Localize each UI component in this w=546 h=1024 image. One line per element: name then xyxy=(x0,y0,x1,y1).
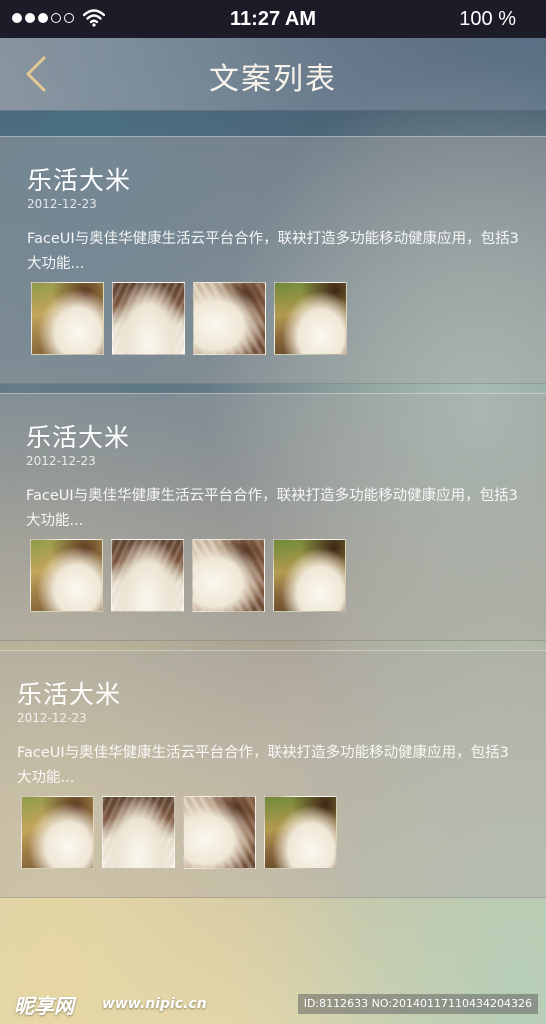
post-thumbnails xyxy=(31,282,347,355)
watermark-url: www.nipic.cn xyxy=(102,996,207,1012)
rice-thumbnail[interactable] xyxy=(274,282,347,355)
post-title: 乐活大米 xyxy=(27,166,132,195)
post-date: 2012-12-23 xyxy=(17,711,87,725)
battery-level: 100 % xyxy=(459,8,516,30)
watermark-logo: 昵享网 xyxy=(14,994,74,1018)
post-thumbnails xyxy=(21,796,337,869)
post-title: 乐活大米 xyxy=(26,423,131,452)
page-title: 文案列表 xyxy=(209,62,337,97)
rice-thumbnail[interactable] xyxy=(31,282,104,355)
status-bar: 11:27 AM 100 % xyxy=(0,0,546,38)
rice-thumbnail[interactable] xyxy=(30,539,103,612)
rice-thumbnail[interactable] xyxy=(193,282,266,355)
watermark-id: ID:8112633 NO:20140117110434204326 xyxy=(297,994,538,1014)
post-thumbnails xyxy=(30,539,346,612)
post-title: 乐活大米 xyxy=(17,680,122,709)
post-description: FaceUI与奥佳华健康生活云平台合作，联袂打造多功能移动健康应用，包括3大功能… xyxy=(26,488,518,529)
rice-thumbnail[interactable] xyxy=(273,539,346,612)
post-card[interactable]: 乐活大米 2012-12-23 FaceUI与奥佳华健康生活云平台合作，联袂打造… xyxy=(0,393,546,641)
rice-thumbnail[interactable] xyxy=(192,539,265,612)
post-description: FaceUI与奥佳华健康生活云平台合作，联袂打造多功能移动健康应用，包括3大功能… xyxy=(27,231,519,272)
post-date: 2012-12-23 xyxy=(26,454,96,468)
rice-thumbnail[interactable] xyxy=(112,282,185,355)
post-description: FaceUI与奥佳华健康生活云平台合作，联袂打造多功能移动健康应用，包括3大功能… xyxy=(17,745,509,786)
rice-thumbnail[interactable] xyxy=(183,796,256,869)
rice-thumbnail[interactable] xyxy=(102,796,175,869)
post-date: 2012-12-23 xyxy=(27,197,97,211)
rice-thumbnail[interactable] xyxy=(111,539,184,612)
post-card[interactable]: 乐活大米 2012-12-23 FaceUI与奥佳华健康生活云平台合作，联袂打造… xyxy=(0,136,546,384)
post-card[interactable]: 乐活大米 2012-12-23 FaceUI与奥佳华健康生活云平台合作，联袂打造… xyxy=(0,650,546,898)
rice-thumbnail[interactable] xyxy=(264,796,337,869)
nav-bar: 文案列表 xyxy=(0,38,546,111)
rice-thumbnail[interactable] xyxy=(21,796,94,869)
